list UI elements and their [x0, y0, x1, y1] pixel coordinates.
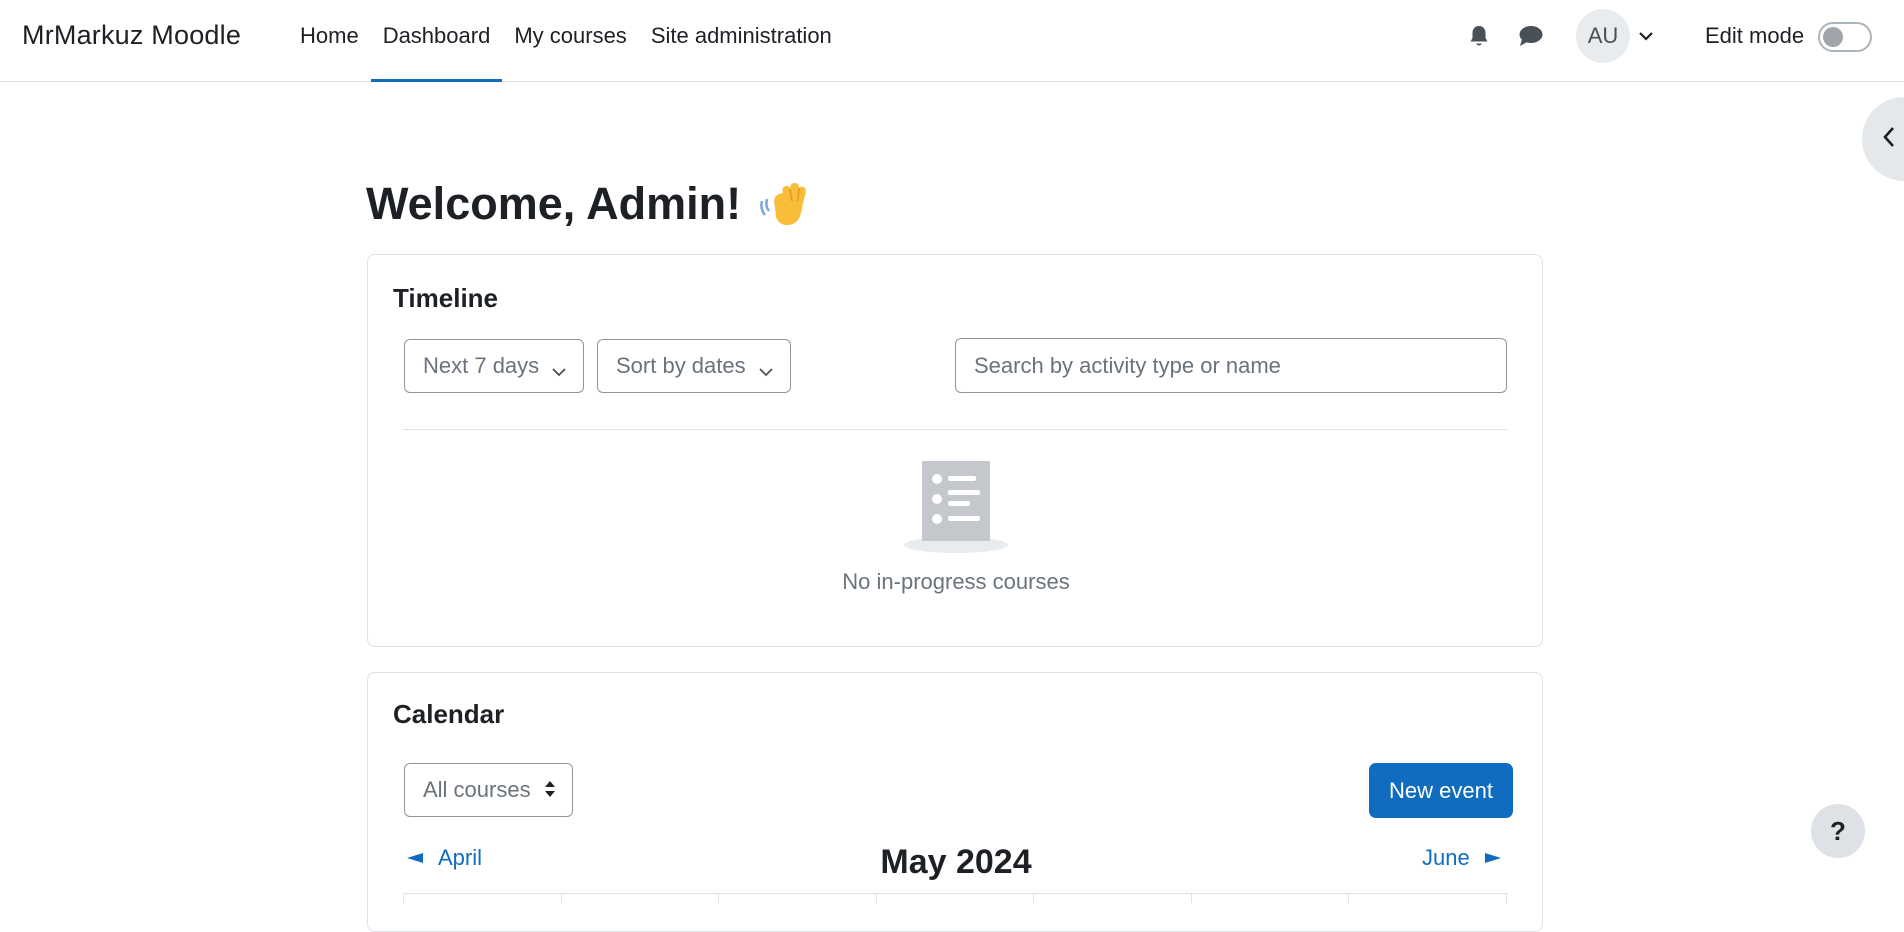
page-title: Welcome, Admin!: [366, 178, 811, 230]
help-button[interactable]: ?: [1811, 804, 1865, 858]
user-avatar[interactable]: AU: [1576, 9, 1630, 63]
timeline-search-input[interactable]: [955, 338, 1507, 393]
top-navbar: MrMarkuz Moodle Home Dashboard My course…: [0, 0, 1904, 82]
chevron-down-icon: [758, 357, 774, 383]
timeline-day-filter[interactable]: Next 7 days: [404, 339, 584, 393]
chevron-left-icon: [1882, 126, 1896, 153]
next-month-link[interactable]: June: [1422, 845, 1502, 871]
nav-link-dashboard[interactable]: Dashboard: [370, 0, 503, 82]
nav-link-my-courses[interactable]: My courses: [502, 0, 638, 82]
calendar-block: Calendar All courses New event April May…: [367, 672, 1543, 932]
timeline-divider: [403, 429, 1507, 430]
sort-filter-label: Sort by dates: [616, 353, 746, 378]
chat-bubble-icon[interactable]: [1517, 22, 1545, 50]
chevron-down-icon[interactable]: [1638, 24, 1658, 48]
timeline-empty-message: No in-progress courses: [842, 569, 1070, 594]
waving-hand-icon: [759, 179, 811, 229]
next-month-label: June: [1422, 845, 1470, 870]
new-event-button[interactable]: New event: [1369, 763, 1513, 818]
primary-navigation: Home Dashboard My courses Site administr…: [288, 0, 844, 82]
calendar-grid: [403, 893, 1508, 903]
current-month-title: May 2024: [880, 843, 1032, 881]
day-filter-label: Next 7 days: [423, 353, 540, 378]
sort-arrows-icon: [544, 779, 556, 805]
timeline-title: Timeline: [393, 283, 499, 313]
chevron-down-icon: [551, 357, 567, 383]
timeline-sort-filter[interactable]: Sort by dates: [597, 339, 791, 393]
calendar-course-select[interactable]: All courses: [404, 763, 573, 817]
site-brand[interactable]: MrMarkuz Moodle: [22, 20, 241, 51]
arrow-right-icon: [1484, 852, 1502, 864]
edit-mode-label: Edit mode: [1705, 23, 1805, 48]
list-document-icon: [902, 459, 1010, 560]
bell-icon[interactable]: [1465, 22, 1493, 50]
open-block-drawer-button[interactable]: [1862, 97, 1904, 181]
nav-link-site-administration[interactable]: Site administration: [639, 0, 844, 82]
toggle-knob: [1823, 27, 1843, 47]
calendar-title: Calendar: [393, 699, 505, 729]
timeline-block: Timeline Next 7 days Sort by dates No in…: [367, 254, 1543, 647]
welcome-heading: Welcome, Admin!: [366, 178, 742, 229]
course-select-label: All courses: [423, 777, 531, 802]
edit-mode-toggle[interactable]: [1818, 22, 1872, 52]
nav-link-home[interactable]: Home: [288, 0, 371, 82]
